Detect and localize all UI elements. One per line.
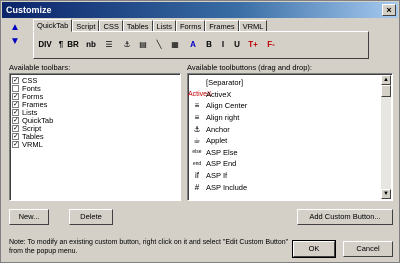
toolbutton-icon: # [194,182,200,192]
toolbutton-item[interactable]: ≡ Align Center [188,100,378,112]
table-icon[interactable]: ▦ [168,38,182,52]
font-icon[interactable]: A [186,38,200,52]
toolbutton-icon: ≡ [194,113,200,123]
italic-icon[interactable]: I [216,38,230,52]
toolbutton-label: Applet [206,136,228,146]
font-decrease-icon[interactable]: F- [264,38,278,52]
tab-quicktab[interactable]: QuickTab [33,19,73,32]
toolbutton-item[interactable]: ActiveX ActiveX [188,89,378,101]
font-increase-icon[interactable]: T+ [246,38,260,52]
title-bar: Customize × [2,2,398,18]
cancel-button[interactable]: Cancel [343,241,393,257]
div-icon[interactable]: DIV [38,38,52,52]
scroll-thumb[interactable] [381,85,391,97]
toolbutton-label: Align Center [206,101,248,111]
toolbutton-icon: ActiveX [188,90,212,98]
toolbutton-icon: if [195,171,199,181]
move-up-icon[interactable]: ▲ [9,21,21,35]
toolbutton-label: ASP End [206,159,237,169]
checkbox[interactable] [12,84,19,92]
window-title: Customize [6,5,52,15]
checkbox[interactable]: ✓ [12,92,19,100]
hr-icon[interactable]: ☰ [102,38,116,52]
checkbox[interactable]: ✓ [12,140,19,148]
toolbuttons-scrollbar[interactable]: ▲ ▼ [381,75,391,199]
checkbox[interactable]: ✓ [12,116,19,124]
line-icon[interactable]: ╲ [152,38,166,52]
toolbutton-item[interactable]: else ASP Else [188,147,378,159]
br-icon[interactable]: BR [66,38,80,52]
close-button[interactable]: × [382,4,396,16]
anchor-icon[interactable]: ⚓ [120,38,134,52]
toolbutton-icon: ≡ [194,101,200,111]
ok-button[interactable]: OK [292,240,336,258]
toolbutton-item[interactable]: ☕ Applet [188,135,378,147]
toolbars-list[interactable]: ✓ CSS Fonts ✓ Forms ✓ Frames ✓ Lists ✓ QuickTab ✓ Sc… [9,73,181,201]
bold-icon[interactable]: B [202,38,216,52]
toolbar-preview: DIV ¶ BR nb ☰ ⚓ ▤ ╲ ▦ A B I U T+ F- [33,31,369,59]
checkbox[interactable]: ✓ [12,100,19,108]
checkbox[interactable]: ✓ [12,108,19,116]
add-custom-button[interactable]: Add Custom Button... [297,209,393,225]
checkbox[interactable]: ✓ [12,132,19,140]
toolbutton-label: Anchor [206,124,230,134]
toolbutton-label: ActiveX [206,89,232,99]
toolbutton-label: ASP Include [206,182,248,192]
available-toolbuttons-label: Available toolbuttons (drag and drop): [187,63,312,72]
toolbar-item-label: VRML [22,139,43,149]
toolbutton-item[interactable]: ⚓ Anchor [188,123,378,135]
help-note: Note: To modify an existing custom butto… [9,239,289,255]
toolbutton-label: [Separator] [206,78,244,88]
toolbutton-item[interactable]: if ASP If [188,170,378,182]
toolbutton-item[interactable]: # ASP Include [188,181,378,193]
underline-icon[interactable]: U [230,38,244,52]
scroll-down-icon[interactable]: ▼ [381,189,391,199]
delete-button[interactable]: Delete [69,209,113,225]
toolbuttons-list[interactable]: [Separator] ActiveX ActiveX ≡ Align Center ≡ A… [187,73,393,201]
toolbutton-icon: else [192,149,202,156]
toolbutton-label: ASP If [206,171,228,181]
available-toolbars-label: Available toolbars: [9,63,71,72]
toolbutton-icon: end [192,160,202,167]
checkbox[interactable]: ✓ [12,124,19,132]
toolbutton-icon: ☕ [193,136,201,146]
toolbutton-item[interactable]: ≡ Align right [188,112,378,124]
customize-dialog: Customize × ▲ ▼ QuickTab Script CSS Tables L… [0,0,400,263]
nbsp-icon[interactable]: nb [84,38,98,52]
toolbutton-icon: ⚓ [193,124,201,134]
toolbutton-item[interactable]: [Separator] [188,77,378,89]
toolbar-item-vrml[interactable]: ✓ VRML [10,139,180,149]
new-button[interactable]: New... [9,209,49,225]
toolbutton-item[interactable]: end ASP End [188,158,378,170]
checkbox[interactable]: ✓ [12,76,19,84]
toolbutton-label: Align right [206,113,240,123]
toolbutton-label: ASP Else [206,147,238,157]
image-icon[interactable]: ▤ [136,38,150,52]
move-down-icon[interactable]: ▼ [9,35,21,49]
scroll-up-icon[interactable]: ▲ [381,75,391,85]
